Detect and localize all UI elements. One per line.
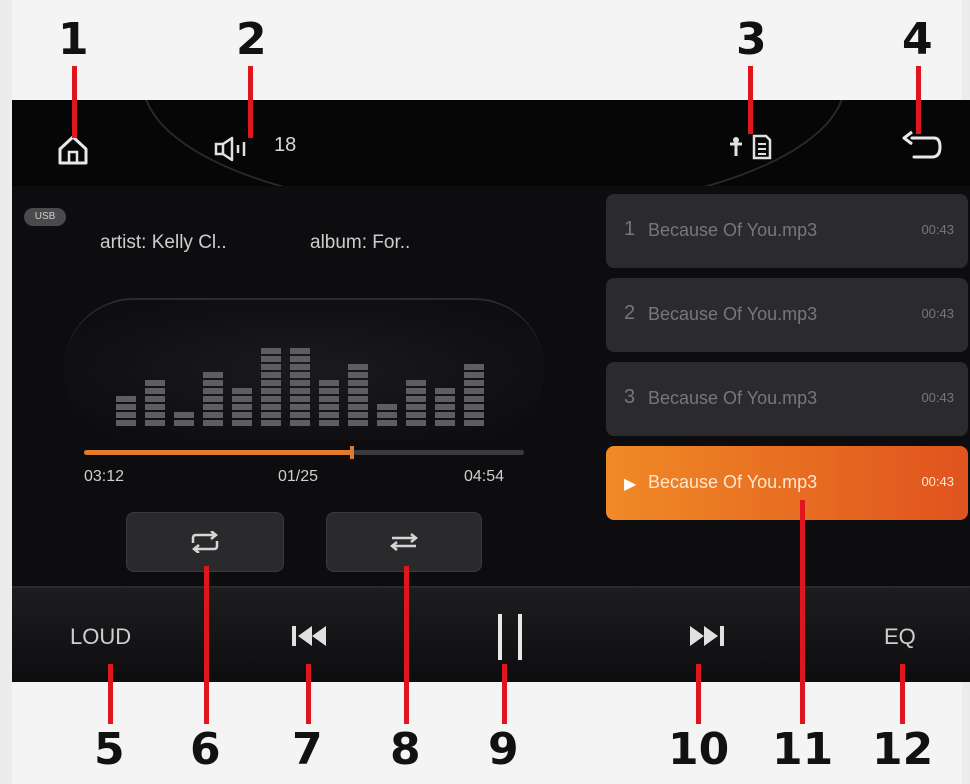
playlist-item-title: Because Of You.mp3 (648, 472, 818, 492)
next-track-icon[interactable] (684, 622, 730, 650)
play-indicator-icon: ▶ (624, 476, 637, 493)
spectrum-bar (232, 388, 252, 426)
playlist-item-duration: 00:43 (921, 306, 954, 321)
callout-number: 7 (292, 724, 323, 775)
spectrum-bar (377, 404, 397, 426)
playlist: 1 Because Of You.mp3 00:43 2 Because Of … (606, 194, 970, 534)
spectrum-bar (348, 364, 368, 426)
spectrum-bar (203, 372, 223, 426)
callout-number: 1 (58, 14, 89, 65)
repeat-icon (191, 531, 219, 553)
callout-line (502, 664, 507, 724)
playlist-item[interactable]: 2 Because Of You.mp3 00:43 (606, 278, 968, 352)
progress-fill (84, 450, 353, 455)
back-icon[interactable] (898, 130, 942, 164)
pause-icon[interactable] (490, 610, 530, 664)
spectrum-bar (261, 348, 281, 426)
spectrum-bar (406, 380, 426, 426)
head-unit-screen: 18 USB artist: Kelly Cl.. album: For.. 0… (12, 100, 970, 682)
previous-track-icon[interactable] (286, 622, 332, 650)
callout-number: 10 (668, 724, 730, 775)
eq-button[interactable]: EQ (884, 624, 916, 650)
time-total: 04:54 (464, 468, 505, 485)
playlist-item[interactable]: 1 Because Of You.mp3 00:43 (606, 194, 968, 268)
callout-line (404, 566, 409, 724)
spectrum-bar (464, 364, 484, 426)
volume-icon[interactable] (214, 136, 260, 162)
playlist-item-title: Because Of You.mp3 (648, 304, 818, 324)
spectrum-bar (319, 380, 339, 426)
shuffle-button[interactable] (326, 512, 482, 572)
progress-bar[interactable] (84, 446, 524, 459)
callout-line (204, 566, 209, 724)
callout-number: 2 (236, 14, 267, 65)
shuffle-icon (389, 533, 419, 551)
album-label: album: For.. (310, 232, 411, 253)
spectrum-visualizer (64, 298, 544, 440)
callout-line (306, 664, 311, 724)
bottom-control-bar: LOUD EQ (12, 586, 970, 682)
spectrum-bars (116, 348, 484, 426)
callout-number: 6 (190, 724, 221, 775)
playlist-item-title: Because Of You.mp3 (648, 388, 818, 408)
track-index: 01/25 (278, 468, 319, 485)
playlist-item-title: Because Of You.mp3 (648, 220, 818, 240)
spectrum-bar (435, 388, 455, 426)
playlist-item-duration: 00:43 (921, 474, 954, 489)
callout-line (916, 66, 921, 134)
usb-sd-status-icon (730, 134, 772, 160)
callout-number: 3 (736, 14, 767, 65)
volume-level: 18 (274, 134, 297, 156)
callout-number: 5 (94, 724, 125, 775)
spectrum-bar (290, 348, 310, 426)
spectrum-bar (116, 396, 136, 426)
source-badge: USB (24, 208, 66, 226)
main-area: USB artist: Kelly Cl.. album: For.. 03:1… (12, 186, 970, 586)
time-elapsed: 03:12 (84, 468, 125, 485)
callout-number: 9 (488, 724, 519, 775)
spectrum-bar (174, 412, 194, 426)
playlist-item-number: 3 (624, 386, 636, 408)
playlist-item[interactable]: 3 Because Of You.mp3 00:43 (606, 362, 968, 436)
callout-number: 8 (390, 724, 421, 775)
callout-number: 4 (902, 14, 933, 65)
progress-knob[interactable] (350, 446, 355, 459)
top-bar: 18 (12, 100, 970, 214)
callout-line (72, 66, 77, 138)
frame-left-edge (0, 0, 12, 784)
playlist-item-number: 2 (624, 302, 636, 324)
spectrum-bar (145, 380, 165, 426)
loud-button[interactable]: LOUD (70, 624, 131, 650)
callout-line (748, 66, 753, 134)
callout-line (900, 664, 905, 724)
callout-number: 12 (872, 724, 934, 775)
repeat-button[interactable] (126, 512, 284, 572)
callout-line (696, 664, 701, 724)
callout-line (108, 664, 113, 724)
playlist-item-duration: 00:43 (921, 390, 954, 405)
playlist-item-number: 1 (624, 218, 636, 240)
artist-label: artist: Kelly Cl.. (100, 232, 227, 253)
callout-number: 11 (772, 724, 834, 775)
callout-line (800, 500, 805, 724)
callout-line (248, 66, 253, 138)
playlist-item-duration: 00:43 (921, 222, 954, 237)
playlist-item-now-playing[interactable]: ▶ Because Of You.mp3 00:43 (606, 446, 968, 520)
